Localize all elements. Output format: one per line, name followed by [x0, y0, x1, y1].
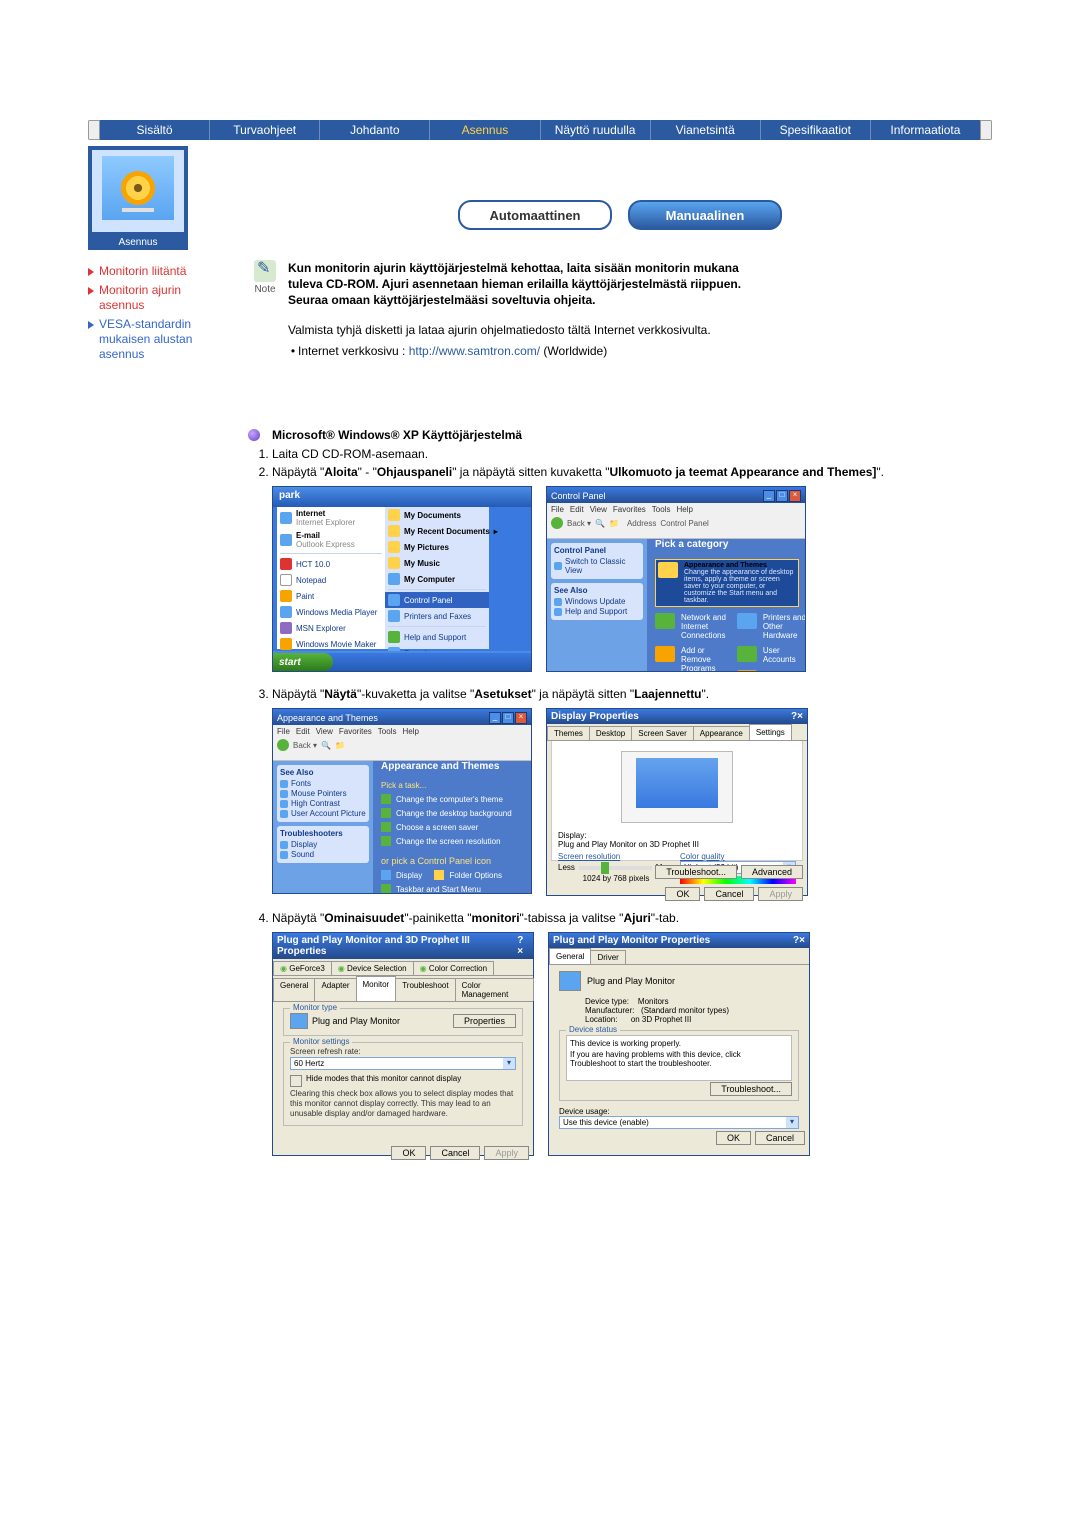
sidebar-link-0[interactable]: Monitorin liitäntä — [88, 264, 218, 279]
screenshot-advanced-props: Plug and Play Monitor and 3D Prophet III… — [272, 932, 534, 1156]
samtron-link[interactable]: http://www.samtron.com/ — [409, 344, 540, 358]
nav-tab-4[interactable]: Näyttö ruudulla — [541, 120, 651, 140]
sidebar-link-label: VESA-standardin mukaisen alustan asennus — [99, 317, 218, 362]
note-label: Note — [248, 284, 282, 295]
sidebar-thumb-label: Asennus — [88, 237, 188, 248]
nav-tab-2[interactable]: Johdanto — [320, 120, 430, 140]
flower-icon — [121, 171, 155, 205]
nav-tab-3[interactable]: Asennus — [430, 120, 540, 140]
step-3: Näpäytä "Näytä"-kuvaketta ja valitse "As… — [272, 686, 992, 702]
manual-button[interactable]: Manuaalinen — [628, 200, 782, 230]
sidebar-link-1[interactable]: Monitorin ajurin asennus — [88, 283, 218, 313]
nav-bar: Sisältö Turvaohjeet Johdanto Asennus Näy… — [100, 120, 980, 140]
section-title: Microsoft® Windows® XP Käyttöjärjestelmä — [272, 428, 522, 442]
note-text: Kun monitorin ajurin käyttöjärjestelmä k… — [282, 260, 741, 308]
bullet-icon: • — [288, 344, 298, 358]
step-2: Näpäytä "Aloita" - "Ohjauspaneli" ja näp… — [272, 464, 992, 480]
internet-bullet: • Internet verkkosivu : http://www.samtr… — [288, 344, 992, 358]
nav-cap-left — [88, 120, 100, 140]
sidebar-link-2[interactable]: VESA-standardin mukaisen alustan asennus — [88, 317, 218, 362]
nav-tab-0[interactable]: Sisältö — [100, 120, 210, 140]
step-1: Laita CD CD-ROM-asemaan. — [272, 446, 992, 462]
bullet-suffix: (Worldwide) — [540, 344, 607, 358]
start-user: park — [273, 487, 531, 507]
sidebar-links: Monitorin liitäntä Monitorin ajurin asen… — [88, 264, 218, 362]
content: Automaattinen Manuaalinen Note Kun monit… — [218, 144, 992, 1170]
nav-tab-1[interactable]: Turvaohjeet — [210, 120, 320, 140]
start-button: start — [273, 653, 333, 671]
nav-cap-right — [980, 120, 992, 140]
screenshot-start-menu: park InternetInternet Explorer E-mailOut… — [272, 486, 532, 672]
screenshot-appearance-tasks: Appearance and Themes _□× FileEditViewFa… — [272, 708, 532, 894]
bullet-prefix: Internet verkkosivu : — [298, 344, 409, 358]
arrow-icon — [88, 287, 94, 295]
nav-tab-7[interactable]: Informaatiota — [871, 120, 980, 140]
screenshot-display-properties: Display Properties ?× Themes Desktop Scr… — [546, 708, 808, 896]
screenshot-control-panel: Control Panel _□× FileEditViewFavoritesT… — [546, 486, 806, 672]
nav-tab-5[interactable]: Vianetsintä — [651, 120, 761, 140]
sidebar: Asennus Monitorin liitäntä Monitorin aju… — [88, 144, 218, 1170]
section-bullet-icon — [248, 429, 260, 441]
intro-paragraph: Valmista tyhjä disketti ja lataa ajurin … — [288, 322, 992, 338]
auto-button[interactable]: Automaattinen — [458, 200, 612, 230]
arrow-icon — [88, 268, 94, 276]
sidebar-link-label: Monitorin ajurin asennus — [99, 283, 218, 313]
nav-tab-6[interactable]: Spesifikaatiot — [761, 120, 871, 140]
screenshot-driver-props: Plug and Play Monitor Properties ?× Gene… — [548, 932, 810, 1156]
sidebar-thumbnail: Asennus — [88, 146, 188, 250]
top-nav: Sisältö Turvaohjeet Johdanto Asennus Näy… — [88, 120, 992, 140]
sidebar-link-label: Monitorin liitäntä — [99, 264, 186, 279]
note-icon: Note — [248, 260, 282, 295]
step-4: Näpäytä "Ominaisuudet"-painiketta "monit… — [272, 910, 992, 926]
arrow-icon — [88, 321, 94, 329]
